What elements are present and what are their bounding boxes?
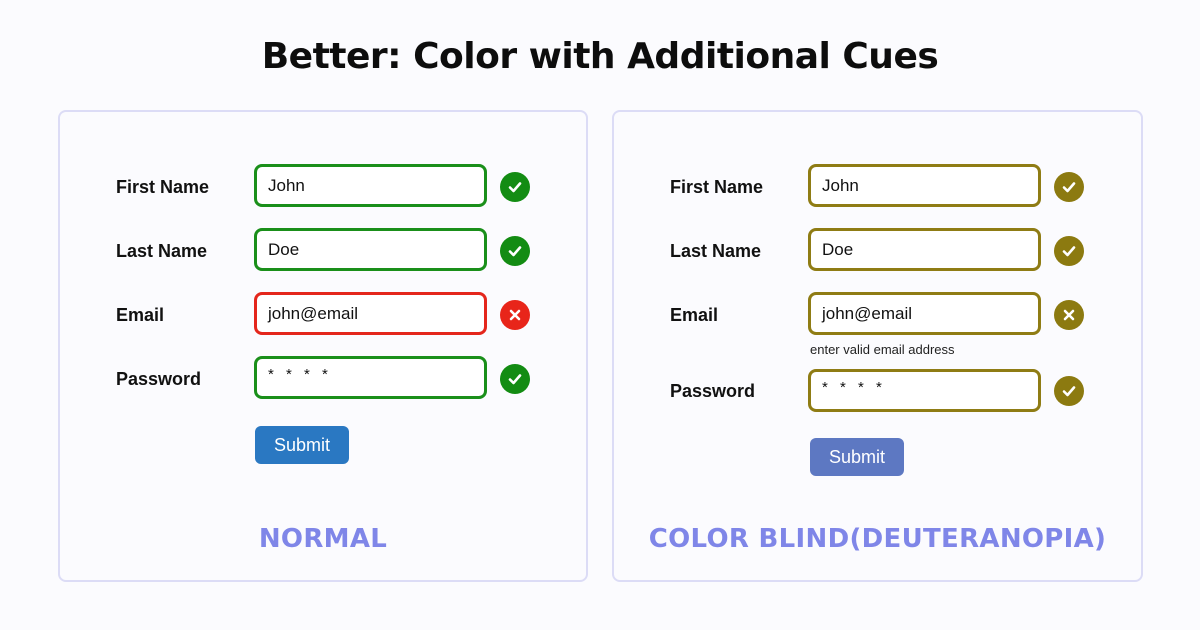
panel-caption: NORMAL [258, 524, 388, 554]
x-icon [500, 300, 530, 330]
last-name-label: Last Name [670, 241, 762, 261]
last-name-label: Last Name [116, 241, 208, 261]
check-icon [500, 364, 530, 394]
check-icon [1054, 236, 1084, 266]
first-name-input[interactable]: John [254, 164, 487, 207]
password-label: Password [116, 369, 202, 389]
check-icon [500, 236, 530, 266]
password-label: Password [670, 381, 756, 401]
email-error-hint: enter valid email address [810, 342, 955, 357]
panel-caption: COLOR BLIND(DEUTERANOPIA) [648, 524, 1107, 554]
check-icon [1054, 376, 1084, 406]
colorblind-panel: First Name John Last Name Doe Email john… [612, 110, 1143, 582]
first-name-label: First Name [116, 177, 210, 197]
normal-panel: First Name John Last Name Doe Email john… [58, 110, 588, 582]
submit-button[interactable]: Submit [810, 438, 904, 476]
first-name-label: First Name [670, 177, 764, 197]
email-label: Email [670, 305, 719, 325]
password-input[interactable]: * * * * [254, 356, 487, 399]
first-name-input[interactable]: John [808, 164, 1041, 207]
password-input[interactable]: * * * * [808, 369, 1041, 412]
check-icon [1054, 172, 1084, 202]
email-input[interactable]: john@email [254, 292, 487, 335]
submit-button[interactable]: Submit [255, 426, 349, 464]
last-name-input[interactable]: Doe [808, 228, 1041, 271]
email-label: Email [116, 305, 165, 325]
page-title: Better: Color with Additional Cues [261, 36, 939, 77]
x-icon [1054, 300, 1084, 330]
email-input[interactable]: john@email [808, 292, 1041, 335]
last-name-input[interactable]: Doe [254, 228, 487, 271]
check-icon [500, 172, 530, 202]
